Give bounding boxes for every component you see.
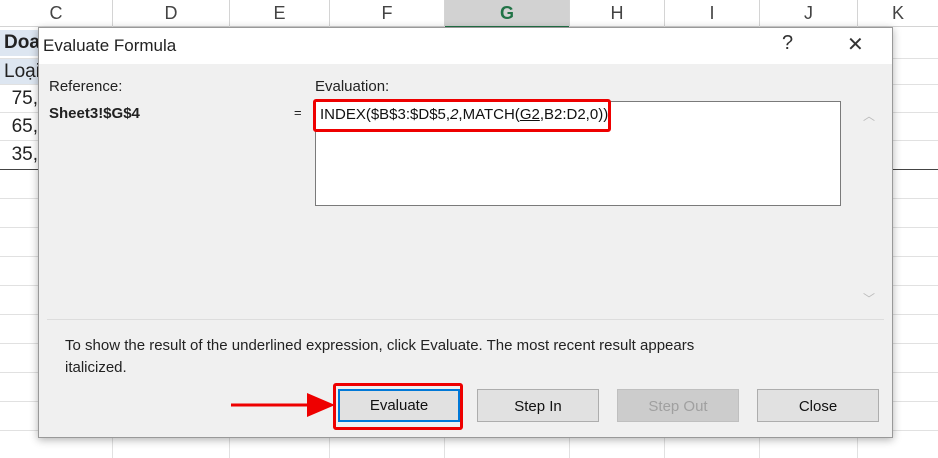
evaluate-formula-dialog: Evaluate Formula ? ✕ Reference: Sheet3!$…	[38, 27, 893, 438]
step-in-button[interactable]: Step In	[477, 389, 599, 422]
dialog-title: Evaluate Formula	[43, 36, 177, 55]
scroll-down-icon[interactable]: ﹀	[863, 290, 875, 307]
scroll-up-icon[interactable]: ︿	[863, 107, 875, 124]
column-header-h[interactable]: H	[570, 0, 665, 27]
cell-value[interactable]: 65,	[0, 114, 38, 140]
cell-value[interactable]: 35,	[0, 142, 38, 168]
column-header-d[interactable]: D	[113, 0, 230, 27]
dialog-titlebar[interactable]: Evaluate Formula ? ✕	[39, 28, 892, 64]
column-header-j[interactable]: J	[760, 0, 858, 27]
equals-sign: =	[294, 105, 302, 120]
reference-value: Sheet3!$G$4	[49, 105, 140, 122]
evaluation-label: Evaluation:	[315, 78, 390, 95]
step-out-button[interactable]: Step Out	[617, 389, 739, 422]
help-button[interactable]: ?	[782, 32, 793, 55]
cell-type[interactable]: Loại	[0, 59, 42, 84]
column-header-g[interactable]: G	[445, 0, 570, 28]
column-header-f[interactable]: F	[330, 0, 445, 27]
arrow-annotation-icon	[231, 393, 335, 417]
reference-label: Reference:	[49, 78, 123, 95]
column-header-i[interactable]: I	[665, 0, 760, 27]
column-header-c[interactable]: C	[0, 0, 113, 27]
scrollbar[interactable]: ︿ ﹀	[857, 101, 881, 313]
column-header-e[interactable]: E	[230, 0, 330, 27]
cell-value[interactable]: 75,	[0, 86, 38, 112]
column-header-k[interactable]: K	[858, 0, 938, 27]
close-button[interactable]: Close	[757, 389, 879, 422]
close-icon[interactable]: ✕	[847, 32, 864, 57]
formula-highlight	[313, 99, 611, 132]
cell-header[interactable]: Doa	[0, 30, 42, 56]
instruction-message: To show the result of the underlined exp…	[65, 337, 695, 376]
evaluate-button[interactable]: Evaluate	[338, 389, 460, 422]
